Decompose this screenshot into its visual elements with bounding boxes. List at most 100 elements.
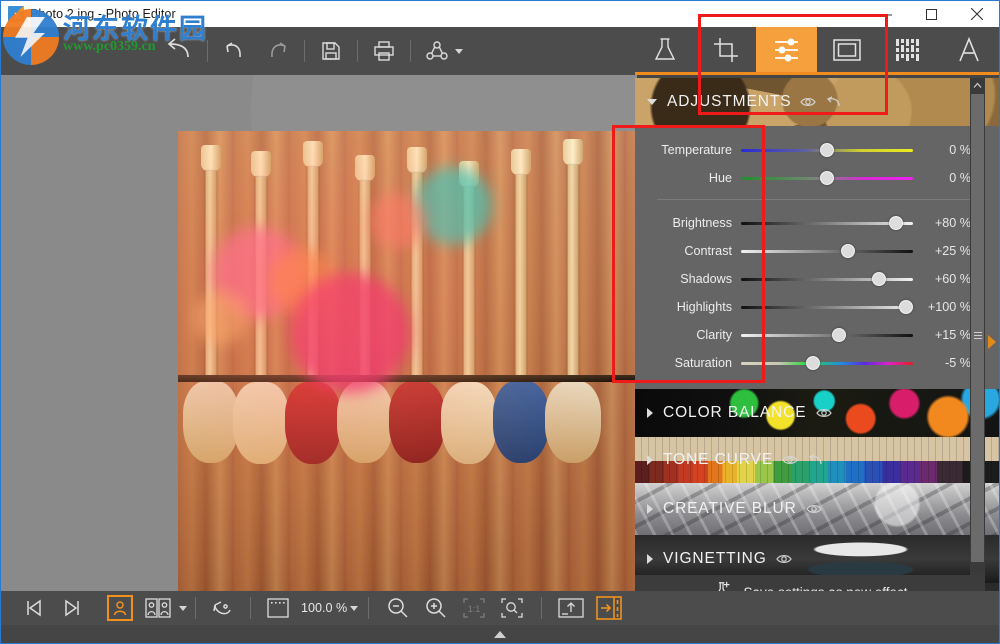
minimize-button[interactable] <box>864 1 909 27</box>
scrollbar-thumb[interactable] <box>971 94 984 562</box>
toggle-panel-icon[interactable] <box>590 593 628 623</box>
slider-value: +80 % <box>934 216 971 230</box>
chevron-right-icon[interactable] <box>647 408 653 418</box>
slider-thumb[interactable] <box>840 244 855 258</box>
tab-frames[interactable] <box>817 27 878 72</box>
compare-view-dropdown-caret[interactable] <box>179 605 187 611</box>
share-nodes-icon[interactable] <box>415 29 459 73</box>
chevron-right-icon[interactable] <box>647 554 653 564</box>
slider-track[interactable] <box>741 241 913 261</box>
compare-view-button[interactable] <box>139 593 177 623</box>
slider-thumb[interactable] <box>888 216 903 230</box>
reset-icon[interactable] <box>825 95 841 109</box>
slider-row-saturation[interactable]: Saturation -5 % <box>635 349 999 377</box>
bottombar-divider <box>195 597 196 619</box>
slider-thumb[interactable] <box>820 171 834 185</box>
section-label: CREATIVE BLUR <box>663 500 797 517</box>
eye-icon[interactable] <box>776 553 792 565</box>
slider-row-temperature[interactable]: Temperature 0 % <box>635 136 999 164</box>
undo-icon[interactable] <box>212 29 256 73</box>
slider-track[interactable] <box>741 297 913 317</box>
eye-icon[interactable] <box>800 96 817 108</box>
printer-icon[interactable] <box>362 29 406 73</box>
section-header-adjustments[interactable]: ADJUSTMENTS <box>635 78 999 126</box>
slider-row-clarity[interactable]: Clarity +15 % <box>635 321 999 349</box>
slider-track[interactable] <box>741 140 913 160</box>
skip-previous-icon[interactable] <box>15 593 53 623</box>
slider-gradient <box>741 278 913 281</box>
zoom-level-value[interactable]: 100.0 % <box>301 601 347 615</box>
bottom-toolbar: 100.0 % 1:1 <box>1 591 999 625</box>
magnifier-fit-icon[interactable] <box>493 593 531 623</box>
toolbar-divider <box>357 40 358 62</box>
slider-label: Clarity <box>696 328 732 342</box>
magnifier-minus-icon[interactable] <box>379 593 417 623</box>
image-canvas-area[interactable] <box>1 75 637 593</box>
marquee-icon[interactable] <box>259 593 297 623</box>
slider-value: 0 % <box>949 143 971 157</box>
slider-row-highlights[interactable]: Highlights +100 % <box>635 293 999 321</box>
slider-thumb[interactable] <box>832 328 847 342</box>
photo-guitars-on-wall[interactable] <box>178 131 637 593</box>
slider-row-hue[interactable]: Hue 0 % <box>635 164 999 192</box>
tab-textures[interactable] <box>878 27 939 72</box>
eye-icon[interactable] <box>782 454 798 466</box>
panel-scrollbar[interactable] <box>970 78 985 593</box>
maximize-button[interactable] <box>909 1 954 27</box>
section-header-tone-curve[interactable]: TONE CURVE <box>635 437 999 483</box>
adjustment-sliders: Temperature 0 % Hue 0 % Brightness +80 %… <box>635 126 999 389</box>
section-header-color-balance[interactable]: COLOR BALANCE <box>635 389 999 437</box>
slider-label: Contrast <box>684 244 732 258</box>
chevron-down-icon[interactable] <box>647 99 657 105</box>
slider-thumb[interactable] <box>871 272 886 286</box>
slider-row-shadows[interactable]: Shadows +60 % <box>635 265 999 293</box>
collapse-right-arrow-icon[interactable] <box>985 331 999 353</box>
scroll-up-arrow[interactable] <box>970 78 985 93</box>
slider-track[interactable] <box>741 269 913 289</box>
chevron-right-icon[interactable] <box>647 504 653 514</box>
back-arrow-icon[interactable] <box>151 29 203 73</box>
slider-gradient <box>741 222 913 225</box>
slider-track[interactable] <box>741 213 913 233</box>
photo-editor-window: Photo 2.jpg - Photo Editor ADJUSTMENTS T… <box>0 0 1000 644</box>
slider-gradient <box>741 334 913 337</box>
slider-value: +25 % <box>934 244 971 258</box>
slider-track[interactable] <box>741 353 913 373</box>
share-dropdown-caret[interactable] <box>455 48 463 54</box>
slider-thumb[interactable] <box>820 143 834 157</box>
slider-label: Brightness <box>672 216 732 230</box>
export-up-icon[interactable] <box>552 593 590 623</box>
window-controls <box>864 1 999 27</box>
eye-icon[interactable] <box>815 407 832 419</box>
slider-thumb[interactable] <box>899 300 913 314</box>
one-to-one-icon[interactable]: 1:1 <box>455 593 493 623</box>
status-bar <box>1 625 999 643</box>
slider-row-brightness[interactable]: Brightness +80 % <box>635 209 999 237</box>
slider-track[interactable] <box>741 168 913 188</box>
eye-icon[interactable] <box>805 503 822 515</box>
slider-gradient <box>741 306 913 309</box>
slider-track[interactable] <box>741 325 913 345</box>
tab-adjustments[interactable] <box>756 27 818 72</box>
slider-row-contrast[interactable]: Contrast +25 % <box>635 237 999 265</box>
expand-filmstrip-arrow-icon[interactable] <box>494 630 506 638</box>
title-bar: Photo 2.jpg - Photo Editor <box>1 1 999 27</box>
toolbar-divider <box>410 40 411 62</box>
chevron-right-icon[interactable] <box>647 455 653 465</box>
magnifier-plus-icon[interactable] <box>417 593 455 623</box>
tab-text[interactable] <box>938 27 999 72</box>
reset-icon[interactable] <box>807 453 823 467</box>
close-button[interactable] <box>954 1 999 27</box>
single-view-button[interactable] <box>101 593 139 623</box>
zoom-dropdown-caret[interactable] <box>350 605 359 611</box>
skip-next-icon[interactable] <box>53 593 91 623</box>
rotate-icon[interactable] <box>204 593 242 623</box>
tab-crop[interactable] <box>696 27 757 72</box>
app-icon <box>8 6 24 22</box>
section-header-creative-blur[interactable]: CREATIVE BLUR <box>635 483 999 535</box>
slider-gradient <box>741 250 913 253</box>
slider-thumb[interactable] <box>806 356 821 370</box>
tab-effects[interactable] <box>635 27 696 72</box>
save-disk-icon[interactable] <box>309 29 353 73</box>
redo-icon[interactable] <box>256 29 300 73</box>
